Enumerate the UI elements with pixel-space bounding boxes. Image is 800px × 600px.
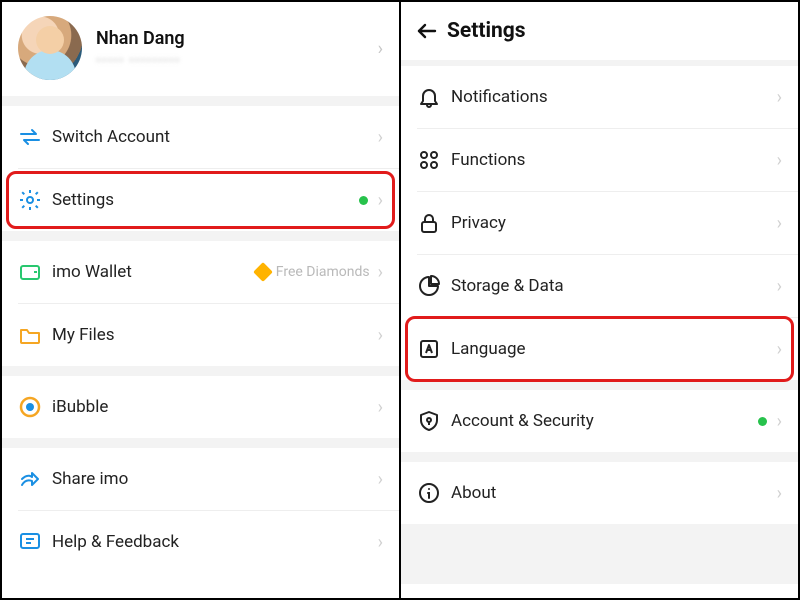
ibubble-icon xyxy=(18,395,52,419)
empty-space xyxy=(401,524,798,584)
chevron-right-icon: › xyxy=(378,469,383,490)
storage-row[interactable]: Storage & Data › xyxy=(401,255,798,317)
chevron-right-icon: › xyxy=(378,397,383,418)
shield-icon xyxy=(417,409,451,433)
account-security-label: Account & Security xyxy=(451,411,758,431)
language-highlight: Language › xyxy=(401,318,798,380)
swap-icon xyxy=(18,125,52,149)
account-security-row[interactable]: Account & Security › xyxy=(401,390,798,452)
chevron-right-icon: › xyxy=(378,127,383,148)
profile-subtitle: ••••• ••••••••• xyxy=(96,53,185,69)
chevron-right-icon: › xyxy=(777,213,782,234)
wallet-label: imo Wallet xyxy=(52,262,256,282)
my-files-label: My Files xyxy=(52,325,378,345)
switch-account-label: Switch Account xyxy=(52,127,378,147)
profile-name: Nhan Dang xyxy=(96,28,185,49)
settings-title: Settings xyxy=(447,19,526,43)
section-divider xyxy=(401,452,798,462)
functions-row[interactable]: Functions › xyxy=(401,129,798,191)
chevron-right-icon: › xyxy=(777,483,782,504)
share-label: Share imo xyxy=(52,469,378,489)
pie-chart-icon xyxy=(417,274,451,298)
privacy-label: Privacy xyxy=(451,213,777,233)
storage-label: Storage & Data xyxy=(451,276,777,296)
settings-header: Settings xyxy=(401,2,798,60)
notifications-row[interactable]: Notifications › xyxy=(401,66,798,128)
bell-icon xyxy=(417,85,451,109)
ibubble-label: iBubble xyxy=(52,397,378,417)
language-icon xyxy=(417,337,451,361)
help-label: Help & Feedback xyxy=(52,532,378,552)
chevron-right-icon: › xyxy=(777,339,782,360)
chevron-right-icon: › xyxy=(378,532,383,553)
status-dot xyxy=(758,417,767,426)
chevron-right-icon: › xyxy=(777,87,782,108)
about-label: About xyxy=(451,483,777,503)
status-dot xyxy=(359,196,368,205)
chevron-right-icon: › xyxy=(777,150,782,171)
chevron-right-icon: › xyxy=(777,411,782,432)
chevron-right-icon: › xyxy=(378,325,383,346)
settings-panel: Settings Notifications › Functions › Pri… xyxy=(401,2,798,598)
back-button[interactable] xyxy=(415,19,447,43)
chevron-right-icon: › xyxy=(378,39,383,60)
my-files-row[interactable]: My Files › xyxy=(2,304,399,366)
settings-row[interactable]: Settings › xyxy=(2,169,399,231)
chevron-right-icon: › xyxy=(378,262,383,283)
switch-account-row[interactable]: Switch Account › xyxy=(2,106,399,168)
settings-label: Settings xyxy=(52,190,359,210)
arrow-left-icon xyxy=(415,19,439,43)
wallet-icon xyxy=(18,260,52,284)
privacy-row[interactable]: Privacy › xyxy=(401,192,798,254)
settings-highlight: Settings › xyxy=(2,169,399,231)
share-row[interactable]: Share imo › xyxy=(2,448,399,510)
ibubble-row[interactable]: iBubble › xyxy=(2,376,399,438)
feedback-icon xyxy=(18,530,52,554)
chevron-right-icon: › xyxy=(777,276,782,297)
grid-icon xyxy=(417,148,451,172)
gear-icon xyxy=(18,188,52,212)
wallet-row[interactable]: imo Wallet Free Diamonds › xyxy=(2,241,399,303)
lock-icon xyxy=(417,211,451,235)
section-divider xyxy=(2,438,399,448)
folder-icon xyxy=(18,323,52,347)
section-divider xyxy=(401,380,798,390)
account-panel: Nhan Dang ••••• ••••••••• › Switch Accou… xyxy=(2,2,401,598)
wallet-aux-text: Free Diamonds xyxy=(276,264,370,280)
section-divider xyxy=(2,366,399,376)
profile-text: Nhan Dang ••••• ••••••••• xyxy=(96,28,185,69)
share-icon xyxy=(18,467,52,491)
language-label: Language xyxy=(451,339,777,359)
info-icon xyxy=(417,481,451,505)
profile-row[interactable]: Nhan Dang ••••• ••••••••• › xyxy=(2,2,399,96)
about-row[interactable]: About › xyxy=(401,462,798,524)
section-divider xyxy=(2,231,399,241)
diamond-icon xyxy=(253,262,273,282)
avatar[interactable] xyxy=(18,16,82,80)
section-divider xyxy=(2,96,399,106)
wallet-aux: Free Diamonds xyxy=(256,264,370,280)
functions-label: Functions xyxy=(451,150,777,170)
language-row[interactable]: Language › xyxy=(401,318,798,380)
chevron-right-icon: › xyxy=(378,190,383,211)
help-row[interactable]: Help & Feedback › xyxy=(2,511,399,573)
notifications-label: Notifications xyxy=(451,87,777,107)
